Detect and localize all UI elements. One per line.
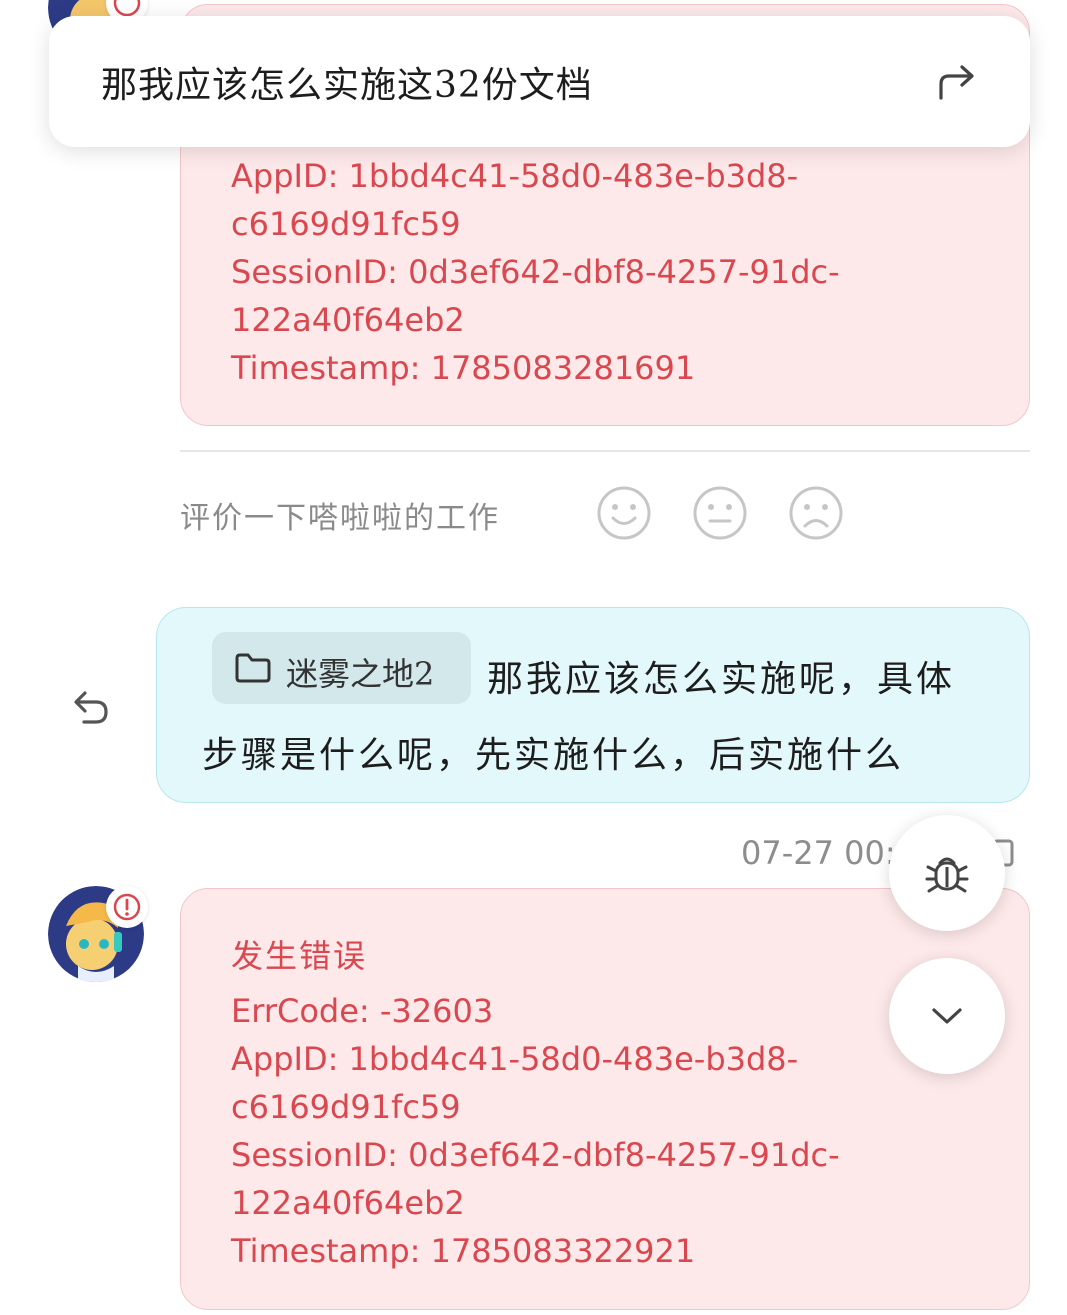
debug-button[interactable] bbox=[889, 815, 1005, 931]
user-message-line1: 那我应该怎么实施呢，具体 bbox=[487, 659, 956, 700]
neutral-face-icon[interactable] bbox=[692, 485, 748, 541]
folder-tag[interactable]: 迷雾之地2 bbox=[212, 632, 471, 704]
folder-icon bbox=[234, 652, 272, 688]
error-card-bottom: 发生错误 ErrCode: -32603 AppID: 1bbd4c41-58d… bbox=[180, 888, 1030, 1310]
sad-face-icon[interactable] bbox=[788, 485, 844, 541]
error-line: c6169d91fc59 bbox=[231, 1088, 461, 1126]
error-line: Timestamp: 1785083281691 bbox=[231, 349, 696, 387]
question-text: 那我应该怎么实施这32份文档 bbox=[101, 65, 593, 106]
error-title: 发生错误 bbox=[231, 937, 368, 975]
smile-face-icon[interactable] bbox=[596, 485, 652, 541]
question-suggestion-bar[interactable]: 那我应该怎么实施这32份文档 bbox=[49, 16, 1030, 147]
error-line: 122a40f64eb2 bbox=[231, 1184, 465, 1222]
user-message-line2: 步骤是什么呢，先实施什么，后实施什么 bbox=[202, 735, 905, 776]
error-line: 122a40f64eb2 bbox=[231, 301, 465, 339]
error-line: SessionID: 0d3ef642-dbf8-4257-91dc- bbox=[231, 253, 840, 291]
message-timestamp: 07-27 00: bbox=[741, 834, 896, 872]
error-line: c6169d91fc59 bbox=[231, 205, 461, 243]
error-line: Timestamp: 1785083322921 bbox=[231, 1232, 696, 1270]
retry-icon[interactable] bbox=[68, 686, 112, 732]
error-line: ErrCode: -32603 bbox=[231, 992, 494, 1030]
user-message-bubble: 迷雾之地2 那我应该怎么实施呢，具体 步骤是什么呢，先实施什么，后实施什么 bbox=[156, 607, 1030, 803]
scroll-to-bottom-button[interactable] bbox=[889, 958, 1005, 1074]
folder-tag-label: 迷雾之地2 bbox=[286, 655, 435, 693]
error-line: SessionID: 0d3ef642-dbf8-4257-91dc- bbox=[231, 1136, 840, 1174]
divider bbox=[180, 450, 1030, 452]
rating-label: 评价一下嗒啦啦的工作 bbox=[180, 501, 500, 536]
forward-icon[interactable] bbox=[935, 62, 979, 106]
error-line: AppID: 1bbd4c41-58d0-483e-b3d8- bbox=[231, 1040, 799, 1078]
error-line: AppID: 1bbd4c41-58d0-483e-b3d8- bbox=[231, 157, 799, 195]
error-badge-icon bbox=[106, 886, 148, 928]
